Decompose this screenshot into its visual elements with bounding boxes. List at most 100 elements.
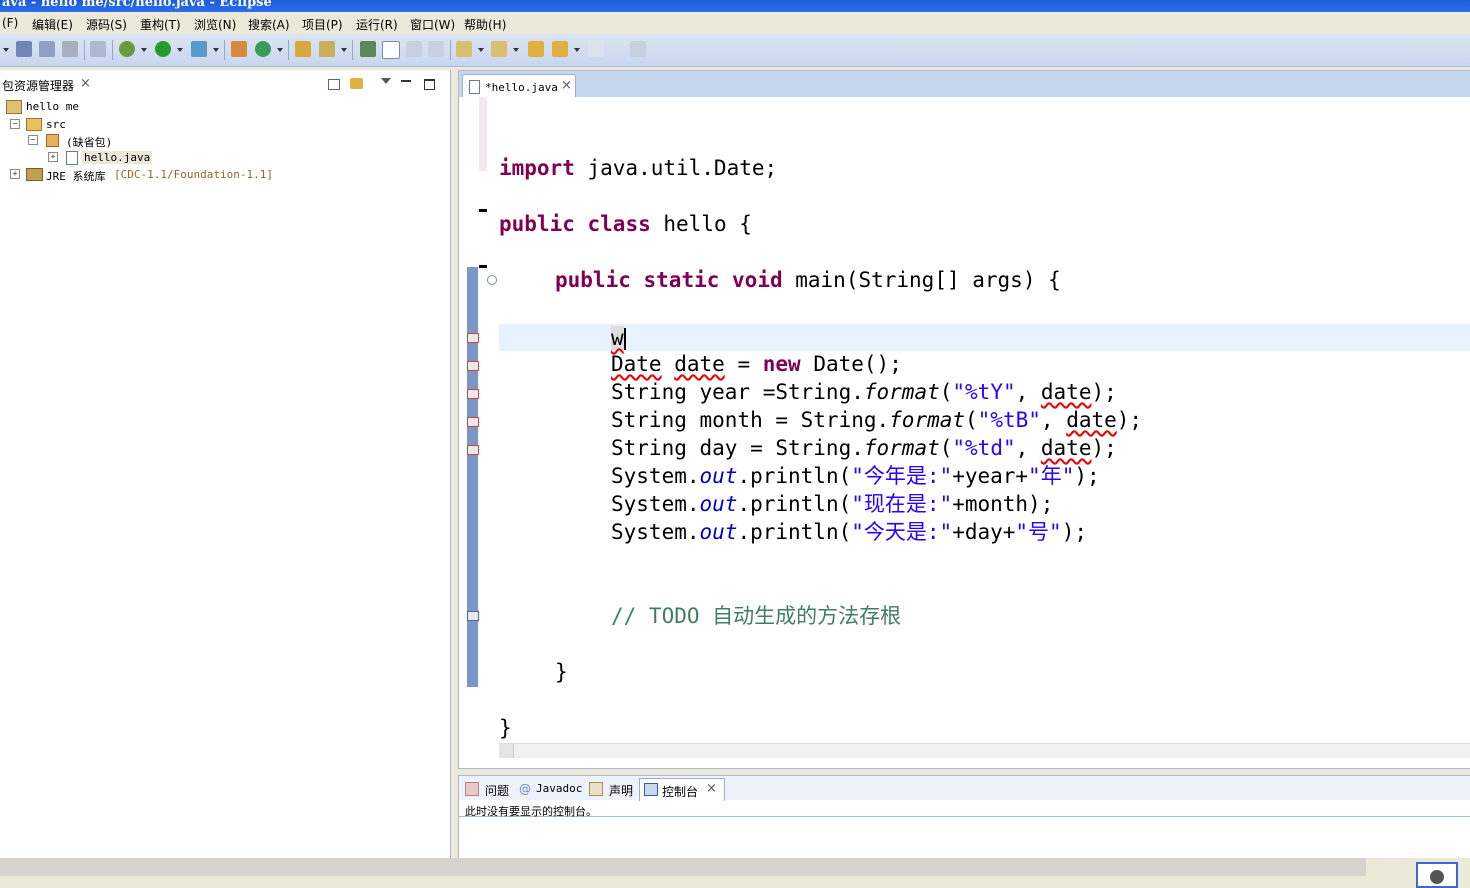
pin-icon[interactable] bbox=[90, 41, 106, 57]
back-arrow-icon[interactable] bbox=[552, 41, 568, 57]
menu-file[interactable]: (F) bbox=[2, 16, 18, 30]
tab-hello-java[interactable]: *hello.java × bbox=[462, 74, 576, 98]
highlight-icon[interactable] bbox=[382, 41, 400, 59]
code-line-date: Date date = new Date(); bbox=[611, 352, 902, 376]
text-cursor bbox=[623, 328, 626, 350]
tab-console: 控制台 bbox=[662, 785, 699, 799]
title-bar: ava - hello me/src/hello.java - Eclipse bbox=[0, 0, 1470, 12]
expand-icon[interactable]: + bbox=[48, 152, 58, 162]
collapse-icon[interactable]: − bbox=[10, 119, 20, 129]
menu-search[interactable]: 搜索(A) bbox=[248, 16, 290, 33]
run-icon[interactable] bbox=[155, 41, 171, 57]
chevron-down-icon[interactable] bbox=[177, 48, 183, 52]
toolbar-separator bbox=[288, 40, 289, 60]
menu-run[interactable]: 运行(R) bbox=[356, 16, 398, 33]
chevron-down-icon[interactable] bbox=[574, 48, 580, 52]
new-class-icon[interactable] bbox=[255, 41, 271, 57]
menu-navigate[interactable]: 浏览(N) bbox=[194, 16, 236, 33]
new-package-icon[interactable] bbox=[231, 41, 247, 57]
horizontal-scrollbar[interactable] bbox=[499, 743, 1470, 758]
menu-source[interactable]: 源码(S) bbox=[86, 16, 127, 33]
toolbar bbox=[0, 34, 1470, 67]
tree-label: hello me bbox=[26, 100, 79, 113]
tree-label: src bbox=[46, 118, 66, 131]
tree-label: (缺省包) bbox=[66, 136, 113, 149]
collapse-icon[interactable]: − bbox=[28, 135, 38, 145]
problems-icon bbox=[465, 782, 479, 796]
print-icon[interactable] bbox=[62, 41, 78, 57]
library-icon bbox=[26, 168, 43, 181]
ruler-shade bbox=[479, 97, 487, 171]
tree-label: hello.java bbox=[82, 151, 153, 164]
avatar-figure bbox=[1430, 870, 1444, 884]
collapse-icon[interactable] bbox=[487, 275, 497, 285]
search-icon[interactable] bbox=[319, 41, 335, 57]
declaration-icon bbox=[589, 782, 603, 796]
chevron-down-icon[interactable] bbox=[277, 48, 283, 52]
save-all-icon[interactable] bbox=[39, 41, 55, 57]
error-marker-icon[interactable] bbox=[467, 333, 479, 343]
menu-help[interactable]: 帮助(H) bbox=[464, 16, 506, 33]
chevron-down-icon[interactable] bbox=[341, 48, 347, 52]
tab-declaration[interactable]: 声明 bbox=[609, 782, 633, 799]
external-tools-icon[interactable] bbox=[191, 41, 207, 57]
package-explorer: 包资源管理器 × hello me − src − (缺省包) + hello.… bbox=[0, 70, 451, 858]
close-icon[interactable]: × bbox=[80, 76, 91, 91]
toolbar-separator bbox=[84, 40, 85, 60]
last-edit-location-icon[interactable] bbox=[528, 41, 544, 57]
close-icon[interactable]: × bbox=[706, 781, 717, 796]
overview-gutter bbox=[467, 267, 478, 687]
window-title: ava - hello me/src/hello.java - Eclipse bbox=[2, 0, 272, 10]
divider bbox=[459, 816, 1470, 817]
console-icon bbox=[644, 783, 658, 796]
chevron-down-icon[interactable] bbox=[213, 48, 219, 52]
collapse-all-icon[interactable] bbox=[328, 79, 340, 90]
avatar[interactable] bbox=[1416, 862, 1458, 888]
chevron-down-icon[interactable] bbox=[141, 48, 147, 52]
tab-javadoc[interactable]: Javadoc bbox=[536, 782, 582, 795]
tab-problems[interactable]: 问题 bbox=[485, 782, 509, 799]
close-icon[interactable]: × bbox=[561, 78, 572, 93]
chevron-down-icon[interactable] bbox=[3, 48, 9, 52]
expand-icon[interactable]: + bbox=[10, 169, 20, 179]
error-marker-icon[interactable] bbox=[467, 389, 479, 399]
show-whitespace-icon[interactable] bbox=[428, 41, 444, 57]
minimize-icon[interactable] bbox=[401, 80, 411, 82]
error-marker-icon[interactable] bbox=[467, 361, 479, 371]
menu-project[interactable]: 项目(P) bbox=[302, 16, 343, 33]
project-folder-icon bbox=[6, 100, 22, 114]
debug-icon[interactable] bbox=[119, 41, 135, 57]
chevron-down-icon[interactable] bbox=[478, 48, 484, 52]
menu-bar: (F) 编辑(E) 源码(S) 重构(T) 浏览(N) 搜索(A) 项目(P) … bbox=[0, 12, 1470, 34]
toggle-mark-occurrences-icon[interactable] bbox=[360, 41, 376, 57]
error-marker-icon[interactable] bbox=[467, 417, 479, 427]
editor-body[interactable]: import java.util.Date; public class hell… bbox=[459, 97, 1470, 767]
tab-label: *hello.java bbox=[485, 81, 558, 94]
package-explorer-title[interactable]: 包资源管理器 bbox=[2, 77, 74, 94]
task-marker-icon[interactable] bbox=[467, 611, 479, 621]
toolbar-separator bbox=[224, 40, 225, 60]
code-line-main: public static void main(String[] args) { bbox=[555, 268, 1061, 292]
open-type-icon[interactable] bbox=[295, 41, 311, 57]
previous-annotation-icon[interactable] bbox=[491, 41, 507, 57]
link-with-editor-icon[interactable] bbox=[350, 78, 363, 89]
menu-refactor[interactable]: 重构(T) bbox=[140, 16, 181, 33]
chevron-down-icon[interactable] bbox=[513, 48, 519, 52]
maximize-icon[interactable] bbox=[424, 79, 435, 90]
current-line-highlight bbox=[499, 324, 1470, 351]
next-annotation-icon[interactable] bbox=[456, 41, 472, 57]
forward-arrow-icon[interactable] bbox=[588, 41, 604, 57]
view-menu-icon[interactable] bbox=[381, 78, 391, 84]
code-line-print-day: System.out.println("今天是:"+day+"号"); bbox=[611, 520, 1087, 544]
save-icon[interactable] bbox=[16, 41, 32, 57]
scroll-left-icon[interactable] bbox=[499, 744, 514, 758]
block-selection-icon[interactable] bbox=[406, 41, 422, 57]
menu-window[interactable]: 窗口(W) bbox=[410, 16, 455, 33]
menu-edit[interactable]: 编辑(E) bbox=[32, 16, 73, 33]
code-editor: *hello.java × import java.util.Date; pub… bbox=[458, 70, 1470, 769]
code-line-print-month: System.out.println("现在是:"+month); bbox=[611, 492, 1054, 516]
tab-console-active[interactable]: 控制台 × bbox=[639, 778, 725, 801]
error-marker-icon[interactable] bbox=[467, 445, 479, 455]
code-line-close-method: } bbox=[555, 660, 568, 684]
open-perspective-icon[interactable] bbox=[630, 41, 646, 57]
